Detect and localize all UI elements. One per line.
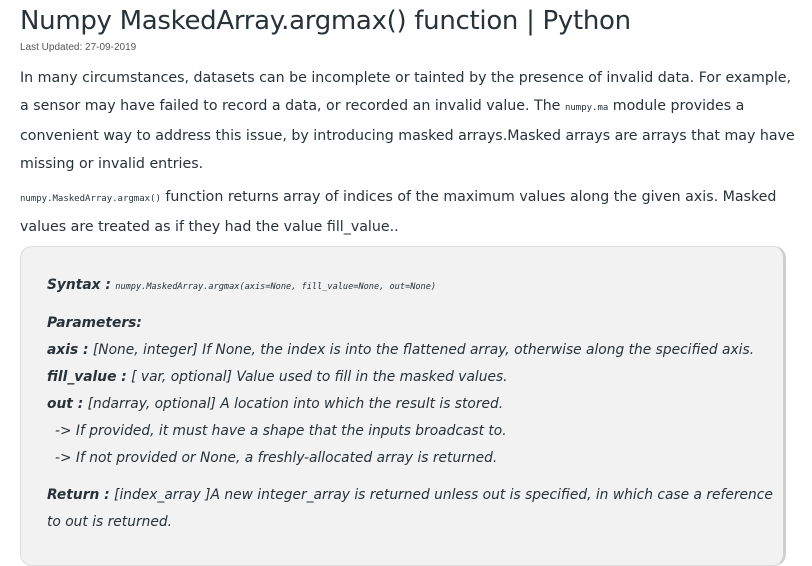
param-name: fill_value : (47, 369, 127, 385)
param-name: axis : (47, 342, 89, 358)
param-desc: [None, integer] If None, the index is in… (88, 342, 755, 358)
out-note-provided: -> If provided, it must have a shape tha… (55, 423, 507, 439)
last-updated-date: Last Updated: 27-09-2019 (20, 42, 137, 53)
article-title: Numpy MaskedArray.argmax() function | Py… (20, 6, 631, 36)
out-note-not-provided: -> If not provided or None, a freshly-al… (55, 450, 498, 466)
return-line-continued: to out is returned. (47, 514, 172, 530)
param-desc: [ndarray, optional] A location into whic… (83, 396, 504, 412)
return-label: Return : (47, 487, 110, 503)
param-name: out : (47, 396, 84, 412)
syntax-line: Syntax : numpy.MaskedArray.argmax(axis=N… (47, 277, 436, 293)
syntax-code: numpy.MaskedArray.argmax(axis=None, fill… (115, 282, 437, 292)
inline-code-argmax: numpy.MaskedArray.argmax() (20, 194, 161, 204)
intro-paragraph: In many circumstances, datasets can be i… (20, 64, 795, 178)
return-line: Return : [index_array ]A new integer_arr… (47, 487, 773, 503)
parameters-heading: Parameters: (47, 315, 142, 331)
param-out: out : [ndarray, optional] A location int… (47, 396, 503, 412)
param-desc: [ var, optional] Value used to fill in t… (126, 369, 508, 385)
inline-code-numpy-ma: numpy.ma (564, 103, 609, 113)
syntax-label: Syntax : (47, 277, 111, 293)
param-fill-value: fill_value : [ var, optional] Value used… (47, 369, 508, 385)
return-desc: [index_array ]A new integer_array is ret… (109, 487, 773, 503)
param-axis: axis : [None, integer] If None, the inde… (47, 342, 754, 358)
description-paragraph: numpy.MaskedArray.argmax() function retu… (20, 183, 795, 241)
